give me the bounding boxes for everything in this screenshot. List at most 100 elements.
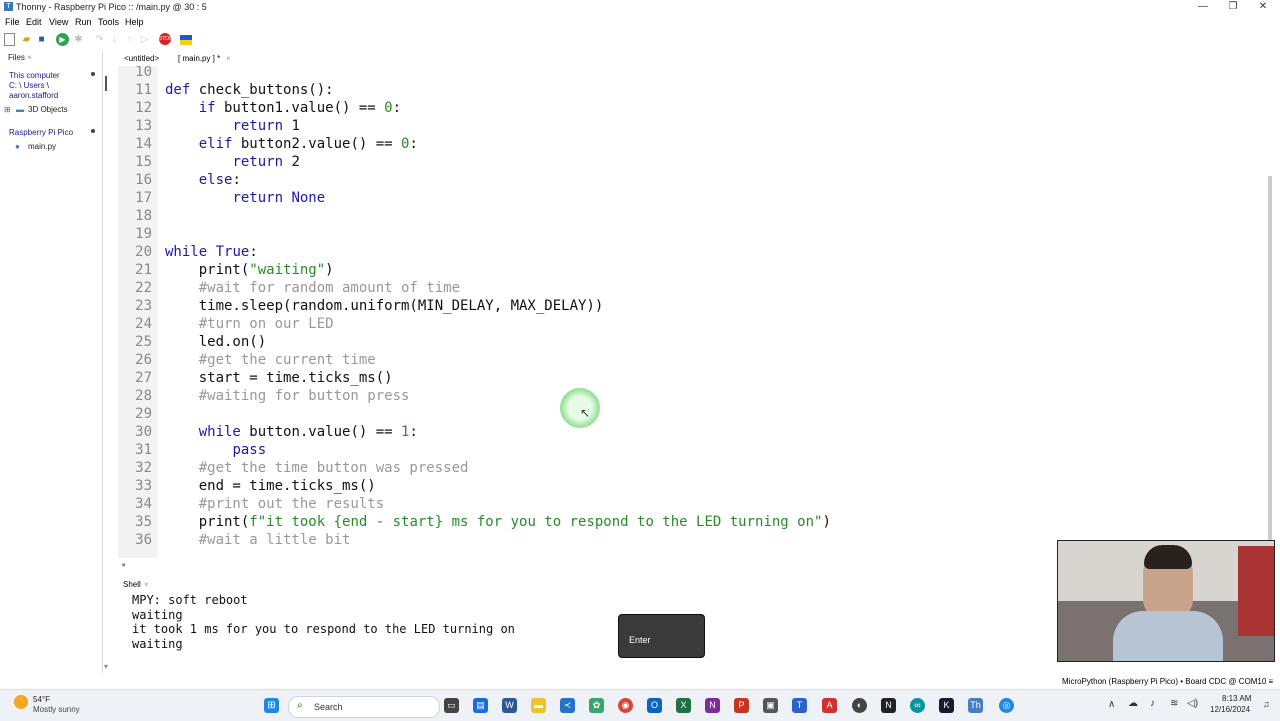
code-line[interactable]: 31 pass (118, 441, 1268, 459)
code-line[interactable]: 21 print("waiting") (118, 261, 1268, 279)
debug-icon[interactable]: ✱ (72, 33, 85, 46)
code-line[interactable]: 24 #turn on our LED (118, 315, 1268, 333)
run-icon[interactable]: ▶ (56, 33, 69, 46)
vscode-icon[interactable]: ≺ (560, 698, 575, 713)
pico-menu-icon[interactable] (91, 129, 95, 133)
window-title: Thonny - Raspberry Pi Pico :: /main.py @… (16, 2, 207, 12)
code-line[interactable]: 35 print(f"it took {end - start} ms for … (118, 513, 1268, 531)
code-line[interactable]: 15 return 2 (118, 153, 1268, 171)
app-icon-blue[interactable]: ◎ (999, 698, 1014, 713)
code-text: #waiting for button press (165, 388, 410, 404)
clock-date[interactable]: 12/16/2024 (1210, 705, 1250, 714)
chrome-icon[interactable]: ◉ (618, 698, 633, 713)
teams-icon[interactable]: T (792, 698, 807, 713)
this-computer-menu-icon[interactable] (91, 72, 95, 76)
cloud-icon[interactable]: ☁ (1128, 698, 1138, 709)
code-line[interactable]: 30 while button.value() == 1: (118, 423, 1268, 441)
weather-desc[interactable]: Mostly sunny (33, 705, 80, 714)
file-3d-objects[interactable]: 3D Objects (28, 105, 68, 114)
code-line[interactable]: 22 #wait for random amount of time (118, 279, 1268, 297)
arduino-icon[interactable]: ∞ (910, 698, 925, 713)
start-icon[interactable]: ⊞ (264, 698, 279, 713)
clock-time[interactable]: 8:13 AM (1222, 694, 1251, 703)
acrobat-icon[interactable]: A (822, 698, 837, 713)
code-line[interactable]: 10 (118, 66, 1268, 81)
code-line[interactable]: 19 (118, 225, 1268, 243)
microphone-icon[interactable]: ♪ (1150, 698, 1155, 709)
code-line[interactable]: 33 end = time.ticks_ms() (118, 477, 1268, 495)
task-view-icon[interactable]: ▭ (444, 698, 459, 713)
code-line[interactable]: 29 (118, 405, 1268, 423)
weather-sun-icon[interactable] (14, 695, 28, 709)
menu-help[interactable]: Help (125, 17, 144, 27)
settings-app-icon[interactable]: ✿ (589, 698, 604, 713)
step-over-icon[interactable]: ↷ (93, 33, 106, 46)
file-main-py[interactable]: main.py (28, 142, 56, 151)
code-line[interactable]: 18 (118, 207, 1268, 225)
ukraine-flag-icon[interactable] (180, 35, 192, 45)
wifi-icon[interactable]: ≋ (1170, 698, 1178, 709)
search-box[interactable]: ⌕ Search (288, 696, 440, 718)
expand-icon[interactable]: ⊞ (4, 105, 11, 114)
store-icon[interactable]: ▤ (473, 698, 488, 713)
code-line[interactable]: 34 #print out the results (118, 495, 1268, 513)
excel-icon[interactable]: X (676, 698, 691, 713)
code-line[interactable]: 17 return None (118, 189, 1268, 207)
volume-icon[interactable]: ◁) (1187, 698, 1198, 709)
code-line[interactable]: 13 return 1 (118, 117, 1268, 135)
code-line[interactable]: 28 #waiting for button press (118, 387, 1268, 405)
interpreter-status[interactable]: MicroPython (Raspberry Pi Pico) • Board … (1062, 677, 1273, 686)
code-line[interactable]: 16 else: (118, 171, 1268, 189)
step-out-icon[interactable]: ↑ (123, 33, 136, 46)
code-line[interactable]: 27 start = time.ticks_ms() (118, 369, 1268, 387)
thonny-taskbar-icon[interactable]: Th (968, 698, 983, 713)
line-number: 20 (135, 244, 152, 260)
tab-untitled[interactable]: <untitled> (124, 54, 159, 63)
step-into-icon[interactable]: ↓ (108, 33, 121, 46)
code-line[interactable]: 26 #get the current time (118, 351, 1268, 369)
minimize-button[interactable]: — (1188, 0, 1218, 15)
kicad-icon[interactable]: K (939, 698, 954, 713)
close-window-button[interactable]: ✕ (1248, 0, 1278, 15)
app-icon-dark[interactable]: ◐ (852, 698, 867, 713)
code-line[interactable]: 23 time.sleep(random.uniform(MIN_DELAY, … (118, 297, 1268, 315)
tab-main-py[interactable]: [ main.py ] * (178, 54, 220, 63)
editor-scrollbar[interactable] (1268, 176, 1272, 566)
code-text: else: (198, 172, 241, 188)
tab-close-icon[interactable]: × (226, 54, 231, 63)
code-line[interactable]: 14 elif button2.value() == 0: (118, 135, 1268, 153)
menu-file[interactable]: File (5, 17, 20, 27)
code-line[interactable]: 12 if button1.value() == 0: (118, 99, 1268, 117)
save-icon[interactable]: ■ (35, 33, 48, 46)
files-scrollbar[interactable] (105, 76, 107, 91)
file-explorer-icon[interactable]: ▬ (531, 698, 546, 713)
shell-output[interactable]: MPY: soft reboot waiting it took 1 ms fo… (118, 593, 1054, 673)
code-editor[interactable]: 10 11 def check_buttons(): 12 if button1.va… (118, 66, 1268, 558)
menu-edit[interactable]: Edit (26, 17, 42, 27)
tray-overflow-icon[interactable]: ∧ (1108, 699, 1115, 710)
menu-run[interactable]: Run (75, 17, 92, 27)
scroll-left-icon[interactable]: ◂ (121, 560, 125, 569)
onenote-icon[interactable]: N (705, 698, 720, 713)
open-file-icon[interactable]: ▰ (20, 33, 33, 46)
webcam-overlay (1057, 540, 1275, 662)
files-tab[interactable]: Files × (0, 51, 48, 65)
notion-icon[interactable]: N (881, 698, 896, 713)
code-line[interactable]: 11 def check_buttons(): (118, 81, 1268, 99)
resume-icon[interactable]: ▷ (138, 33, 151, 46)
code-line[interactable]: 32 #get the time button was pressed (118, 459, 1268, 477)
outlook-icon[interactable]: O (647, 698, 662, 713)
app-icon-gray[interactable]: ▣ (763, 698, 778, 713)
weather-temp[interactable]: 54°F (33, 695, 50, 704)
code-line[interactable]: 20 while True: (118, 243, 1268, 261)
menu-tools[interactable]: Tools (98, 17, 119, 27)
word-icon[interactable]: W (502, 698, 517, 713)
notification-bell-icon[interactable]: ♫ (1263, 699, 1270, 709)
menu-view[interactable]: View (49, 17, 68, 27)
code-line[interactable]: 25 led.on() (118, 333, 1268, 351)
maximize-button[interactable]: ❐ (1218, 0, 1248, 15)
shell-scroll-down-icon[interactable]: ▾ (104, 662, 108, 671)
powerpoint-icon[interactable]: P (734, 698, 749, 713)
stop-icon[interactable]: STOP (159, 33, 173, 45)
new-file-icon[interactable] (4, 33, 15, 46)
